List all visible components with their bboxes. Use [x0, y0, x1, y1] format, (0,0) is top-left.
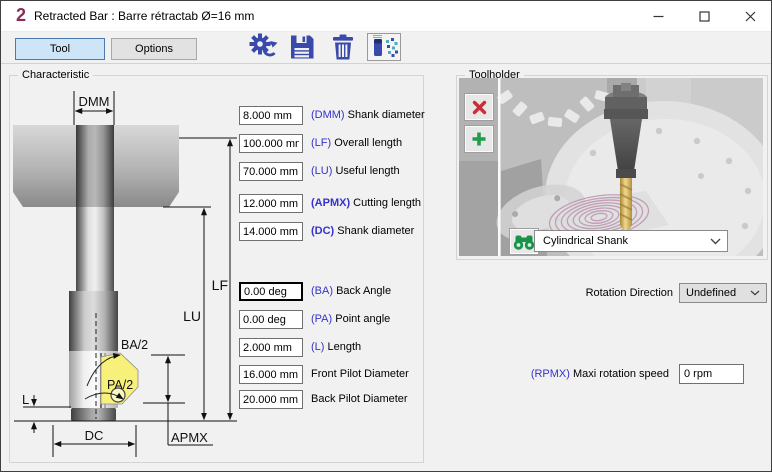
window-title: Retracted Bar : Barre rétractab Ø=16 mm: [34, 9, 254, 23]
ba-input[interactable]: [239, 282, 303, 301]
lf-code: (LF): [311, 137, 331, 149]
pa-label: Point angle: [335, 313, 390, 325]
lu-label: Useful length: [335, 165, 399, 177]
diagram-label-dmm: DMM: [78, 94, 109, 109]
characteristic-group-title: Characteristic: [18, 69, 93, 81]
apmx-code: (APMX): [311, 197, 350, 209]
chevron-down-icon: [710, 238, 721, 245]
rpmx-label: (RPMX) Maxi rotation speed: [456, 364, 669, 384]
ba-code: (BA): [311, 285, 333, 297]
regenerate-gears-icon: [248, 33, 278, 61]
rotation-direction-label: Rotation Direction: [456, 283, 673, 303]
back-pilot-diameter-label: Back Pilot Diameter: [311, 393, 408, 405]
save-button[interactable]: [288, 34, 316, 63]
dc-input[interactable]: [239, 222, 303, 241]
lf-label: Overall length: [334, 137, 402, 149]
simulation-button[interactable]: [367, 33, 401, 61]
pa-input[interactable]: [239, 310, 303, 329]
diagram-label-apmx: APMX: [171, 430, 208, 445]
diagram-label-ba: BA/2: [121, 338, 148, 352]
green-plus-icon: [471, 131, 487, 147]
l-label: Length: [328, 341, 362, 353]
chevron-down-icon: [750, 290, 760, 296]
rpmx-input[interactable]: [679, 364, 744, 384]
minimize-icon: [653, 11, 664, 22]
save-icon: [288, 34, 316, 60]
close-button[interactable]: [727, 1, 772, 31]
red-x-icon: [472, 100, 487, 115]
dmm-code: (DMM): [311, 109, 345, 121]
minimize-button[interactable]: [636, 1, 681, 31]
lf-input[interactable]: [239, 134, 303, 153]
diagram-label-l: L: [22, 392, 29, 407]
delete-toolholder-button[interactable]: [464, 93, 494, 121]
shank-type-dropdown[interactable]: Cylindrical Shank: [534, 230, 728, 252]
maximize-icon: [699, 11, 710, 22]
dmm-label: Shank diameter: [348, 109, 425, 121]
title-bar: 2 Retracted Bar : Barre rétractab Ø=16 m…: [1, 1, 771, 32]
trash-icon: [329, 34, 357, 60]
diagram-label-lu: LU: [183, 308, 201, 324]
l-input[interactable]: [239, 338, 303, 357]
dc-label: Shank diameter: [337, 225, 414, 237]
dc-code: (DC): [311, 225, 334, 237]
binoculars-icon: [513, 233, 535, 251]
rpmx-code: (RPMX): [531, 368, 570, 380]
tab-tool[interactable]: Tool: [15, 38, 105, 60]
shank-type-value: Cylindrical Shank: [543, 235, 628, 247]
add-toolholder-button[interactable]: [464, 125, 494, 153]
apmx-input[interactable]: [239, 194, 303, 213]
rotation-direction-select[interactable]: Undefined: [679, 283, 767, 303]
apmx-label: Cutting length: [353, 197, 421, 209]
tool-diagram: DMM LF LU BA/2 PA/2 L DC APMX: [11, 81, 243, 467]
front-pilot-diameter-label: Front Pilot Diameter: [311, 368, 409, 380]
toolbar-separator: [1, 63, 772, 64]
pa-code: (PA): [311, 313, 332, 325]
diagram-label-lf: LF: [212, 277, 228, 293]
tool-editor-window: 2 Retracted Bar : Barre rétractab Ø=16 m…: [0, 0, 772, 472]
ba-label: Back Angle: [336, 285, 391, 297]
diagram-label-dc: DC: [85, 428, 104, 443]
app-logo-icon: 2: [11, 5, 31, 25]
back-pilot-diameter-input[interactable]: [239, 390, 303, 409]
regenerate-button[interactable]: [248, 33, 278, 64]
close-icon: [745, 11, 756, 22]
maximize-button[interactable]: [682, 1, 727, 31]
delete-button[interactable]: [329, 34, 357, 63]
l-code: (L): [311, 341, 324, 353]
simulation-icon: [369, 34, 399, 58]
lu-input[interactable]: [239, 162, 303, 181]
tab-options[interactable]: Options: [111, 38, 197, 60]
lu-code: (LU): [311, 165, 332, 177]
rotation-direction-value: Undefined: [686, 287, 736, 299]
dmm-input[interactable]: [239, 106, 303, 125]
front-pilot-diameter-input[interactable]: [239, 365, 303, 384]
diagram-label-pa: PA/2: [107, 378, 133, 392]
